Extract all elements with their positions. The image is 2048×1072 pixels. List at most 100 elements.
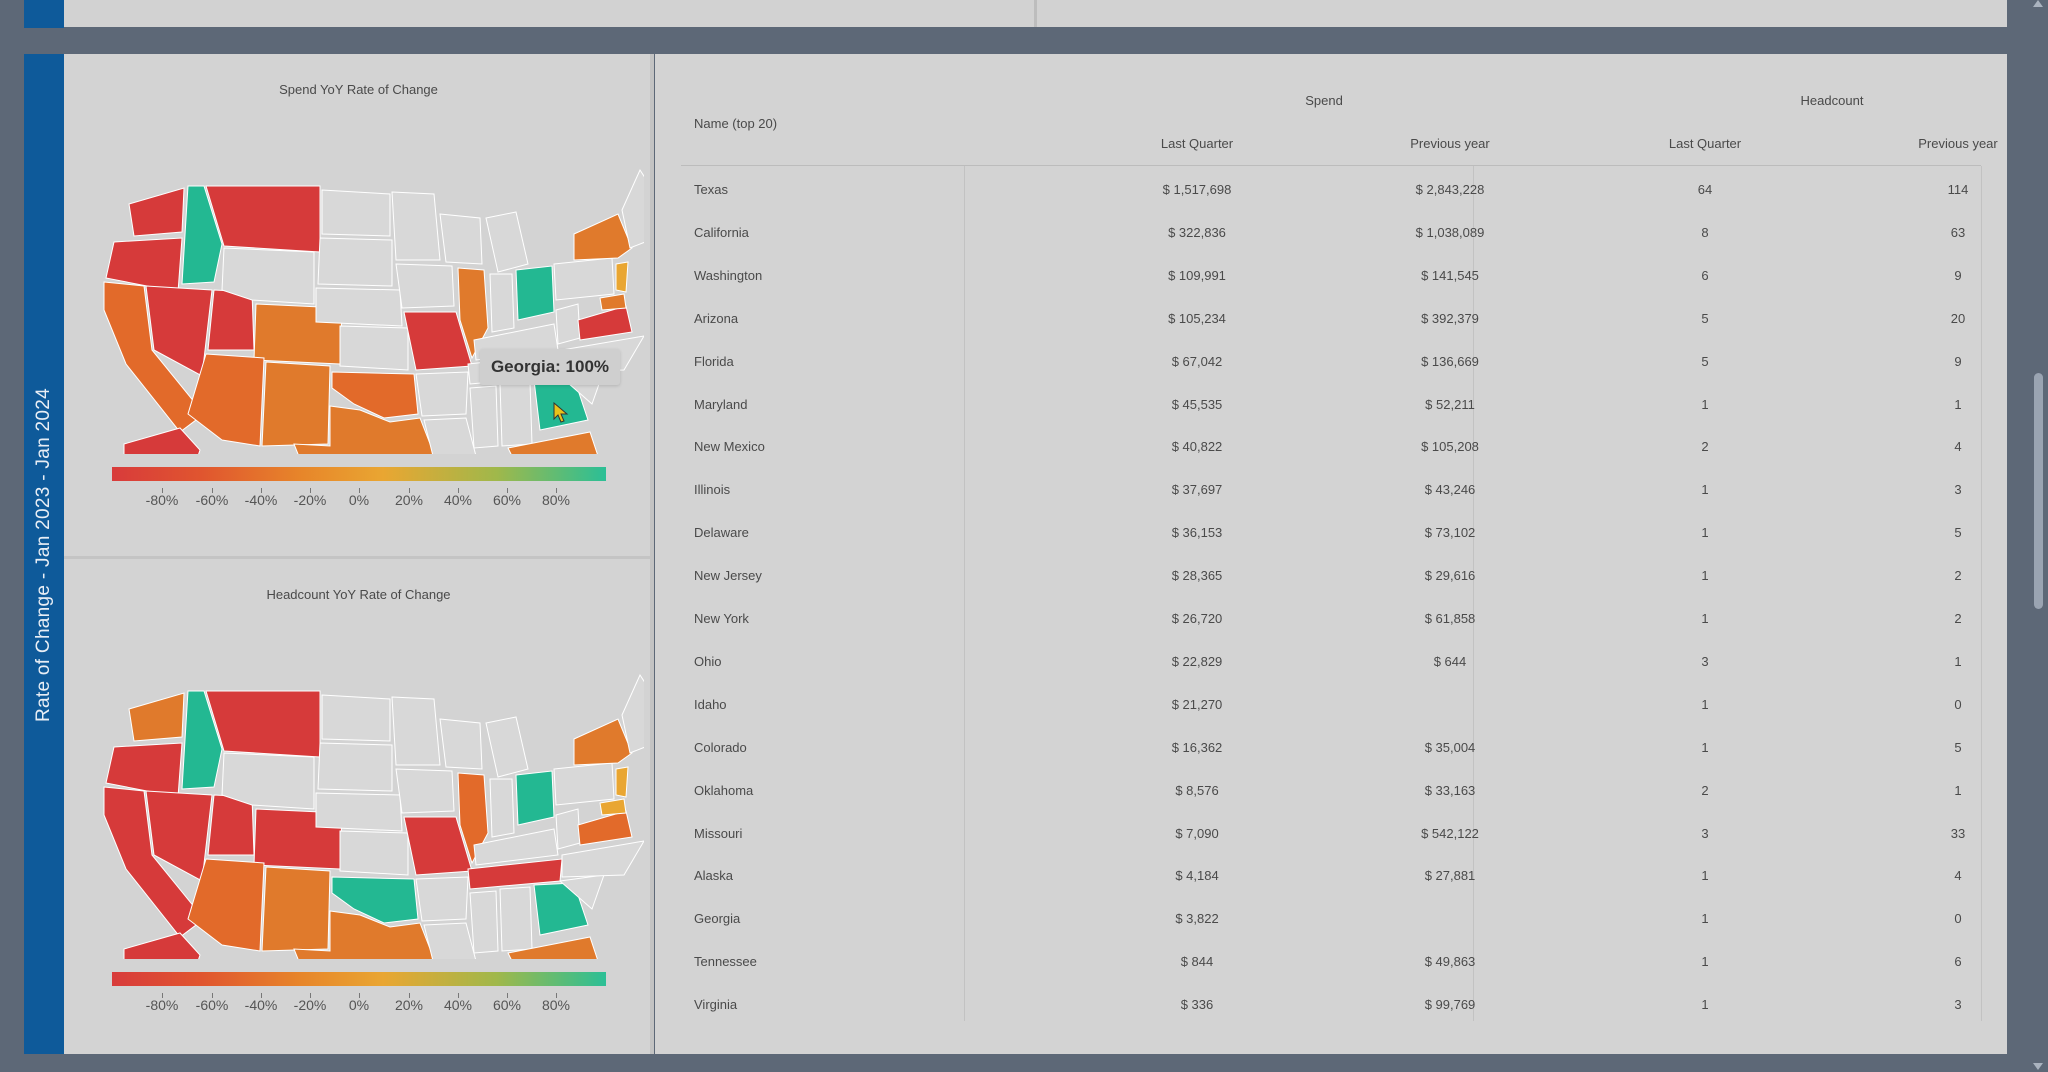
headcount-previous-year-header[interactable]: Previous year [1848,136,2048,151]
page-scrollbar[interactable] [2030,0,2048,1072]
table-row[interactable]: Florida $ 67,042 $ 136,669 5 9 [655,352,2007,395]
state-name-cell: Ohio [694,653,722,669]
state-pennsylvania[interactable] [553,762,615,806]
headcount-group-header: Headcount [1800,93,1864,108]
state-south-dakota[interactable] [317,237,393,287]
state-new-jersey[interactable] [615,766,629,798]
scroll-down-arrow-icon[interactable] [2033,1063,2043,1070]
state-arkansas[interactable] [415,876,469,922]
state-iowa[interactable] [395,768,455,814]
table-row[interactable]: New Jersey $ 28,365 $ 29,616 1 2 [655,566,2007,609]
spend-last-quarter-cell: $ 26,720 [1171,611,1223,626]
map-tooltip: Georgia: 100% [480,349,620,385]
state-michigan[interactable] [485,716,529,778]
state-ohio[interactable] [515,770,555,826]
state-maryland[interactable] [599,798,627,816]
state-washington[interactable] [128,187,185,237]
state-north-dakota[interactable] [321,694,391,742]
state-michigan[interactable] [485,211,529,273]
state-west-virginia[interactable] [555,303,581,345]
state-kansas[interactable] [339,325,409,371]
legend-label: -60% [195,492,229,508]
state-montana[interactable] [205,690,321,758]
state-alaska[interactable] [114,427,216,454]
headcount-last-quarter-header[interactable]: Last Quarter [1595,136,1815,151]
name-column-header[interactable]: Name (top 20) [694,116,777,131]
state-north-carolina[interactable] [561,840,644,878]
table-row[interactable]: New Mexico $ 40,822 $ 105,208 2 4 [655,437,2007,480]
headcount-last-quarter-cell: 1 [1701,568,1709,584]
headcount-previous-year-cell: 3 [1954,482,1962,498]
table-row[interactable]: Arizona $ 105,234 $ 392,379 5 20 [655,309,2007,352]
spend-last-quarter-cell: $ 7,090 [1175,825,1219,841]
state-washington[interactable] [128,692,185,742]
table-row[interactable]: California $ 322,836 $ 1,038,089 8 63 [655,223,2007,266]
state-new-york[interactable] [573,213,633,261]
state-virginia[interactable] [577,305,633,341]
state-new-york[interactable] [573,718,633,766]
spend-last-quarter-cell: $ 322,836 [1168,224,1226,240]
state-name-cell: Oklahoma [694,782,754,798]
table-row[interactable]: Georgia $ 3,822 1 0 [655,909,2007,952]
state-alabama[interactable] [499,886,533,952]
table-row[interactable]: Washington $ 109,991 $ 141,545 6 9 [655,266,2007,309]
scroll-up-arrow-icon[interactable] [2033,0,2043,7]
table-row[interactable]: Idaho $ 21,270 1 0 [655,695,2007,738]
state-wisconsin[interactable] [439,213,483,265]
state-maryland[interactable] [599,293,627,311]
table-row[interactable]: Illinois $ 37,697 $ 43,246 1 3 [655,480,2007,523]
table-row[interactable]: Oklahoma $ 8,576 $ 33,163 2 1 [655,781,2007,824]
table-row[interactable]: Texas $ 1,517,698 $ 2,843,228 64 114 [655,180,2007,223]
state-louisiana[interactable] [423,417,476,454]
table-row[interactable]: Colorado $ 16,362 $ 35,004 1 5 [655,738,2007,781]
legend-label: -80% [145,997,179,1013]
state-pennsylvania[interactable] [553,257,615,301]
state-north-dakota[interactable] [321,189,391,237]
state-utah[interactable] [207,794,255,856]
headcount-previous-year-cell: 6 [1954,954,1962,970]
state-nebraska[interactable] [315,287,403,327]
state-utah[interactable] [207,289,255,351]
table-row[interactable]: Ohio $ 22,829 $ 644 3 1 [655,652,2007,695]
state-indiana[interactable] [489,273,515,333]
table-row[interactable]: Alaska $ 4,184 $ 27,881 1 4 [655,866,2007,909]
state-name-cell: Georgia [694,911,741,927]
spend-previous-year-header[interactable]: Previous year [1340,136,1560,151]
state-new-mexico[interactable] [261,866,331,952]
spend-last-quarter-header[interactable]: Last Quarter [1087,136,1307,151]
state-nebraska[interactable] [315,792,403,832]
state-virginia[interactable] [577,810,633,846]
state-indiana[interactable] [489,778,515,838]
state-louisiana[interactable] [423,922,476,959]
state-new-jersey[interactable] [615,261,629,293]
map-title: Spend YoY Rate of Change [279,82,438,97]
state-ohio[interactable] [515,265,555,321]
headcount-previous-year-cell: 114 [1947,182,1969,197]
table-row[interactable]: Virginia $ 336 $ 99,769 1 3 [655,995,2007,1038]
state-mississippi[interactable] [469,385,499,449]
headcount-previous-year-cell: 9 [1954,267,1962,283]
scrollbar-thumb[interactable] [2034,373,2043,609]
state-south-dakota[interactable] [317,742,393,792]
state-new-mexico[interactable] [261,361,331,447]
headcount-us-map[interactable] [84,619,644,959]
table-row[interactable]: Maryland $ 45,535 $ 52,211 1 1 [655,395,2007,438]
table-row[interactable]: Tennessee $ 844 $ 49,863 1 6 [655,952,2007,995]
state-alabama[interactable] [499,381,533,447]
state-mississippi[interactable] [469,890,499,954]
state-minnesota[interactable] [391,696,441,766]
state-west-virginia[interactable] [555,808,581,850]
table-row[interactable]: Missouri $ 7,090 $ 542,122 3 33 [655,824,2007,867]
table-row[interactable]: Delaware $ 36,153 $ 73,102 1 5 [655,523,2007,566]
state-iowa[interactable] [395,263,455,309]
state-wisconsin[interactable] [439,718,483,770]
state-kansas[interactable] [339,830,409,876]
headcount-last-quarter-cell: 1 [1701,396,1709,412]
headcount-previous-year-cell: 0 [1954,911,1962,927]
state-arkansas[interactable] [415,371,469,417]
state-minnesota[interactable] [391,191,441,261]
state-name-cell: Texas [694,182,728,197]
table-row[interactable]: New York $ 26,720 $ 61,858 1 2 [655,609,2007,652]
state-alaska[interactable] [114,932,216,959]
state-montana[interactable] [205,185,321,253]
